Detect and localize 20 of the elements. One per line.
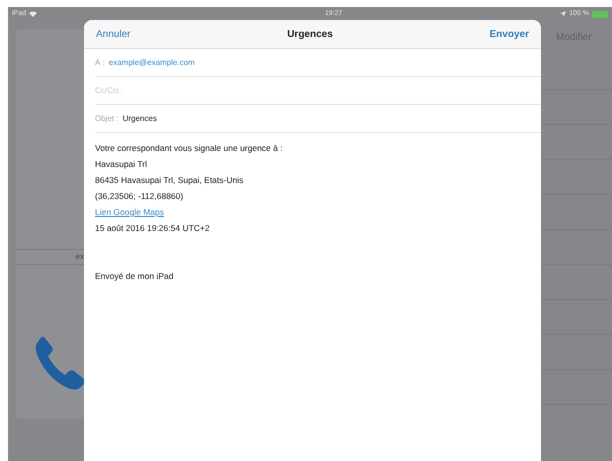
message-line: Votre correspondant vous signale une urgence à : [95, 142, 283, 155]
message-line: 15 août 2016 19:26:54 UTC+2 [95, 222, 210, 235]
field-label: À : [95, 56, 105, 68]
subject-value[interactable]: Urgences [122, 112, 157, 124]
field-label: Objet : [95, 112, 119, 124]
battery-icon [592, 10, 608, 18]
send-button[interactable]: Envoyer [490, 26, 529, 42]
message-line: Havasupai Trl [95, 158, 147, 171]
message-line: 86435 Havasupai Trl, Supai, Etats-Unis [95, 174, 244, 187]
message-line: (36,23506; -112,68860) [95, 190, 184, 203]
field-label: Cc/Cci : [95, 84, 123, 96]
phone-icon [34, 335, 86, 391]
location-arrow-icon [560, 11, 566, 17]
wifi-icon [29, 11, 38, 17]
sheet-title: Urgences [287, 28, 333, 42]
text-fragment: ex [76, 251, 84, 263]
message-line: Envoyé de mon iPad [95, 270, 174, 283]
cancel-button[interactable]: Annuler [96, 26, 130, 42]
recipient-address[interactable]: example@example.com [108, 56, 195, 68]
maps-link[interactable]: Lien Google Maps [95, 204, 164, 220]
